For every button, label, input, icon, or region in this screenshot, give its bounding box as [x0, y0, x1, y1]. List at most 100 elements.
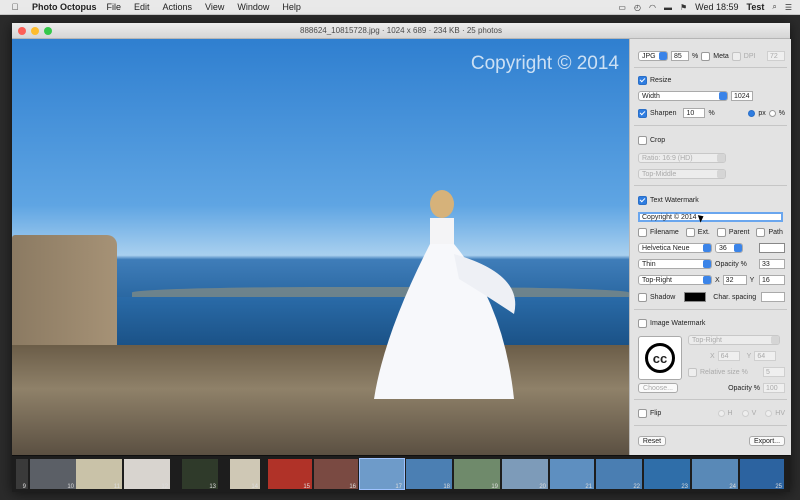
resize-checkbox[interactable] [638, 76, 647, 85]
unit-percent-label: % [778, 109, 785, 117]
flip-v-radio[interactable] [741, 410, 749, 417]
parent-checkbox[interactable] [716, 228, 726, 237]
format-select[interactable]: JPG [638, 51, 668, 61]
text-position-select[interactable]: Top-Right [638, 275, 712, 285]
text-y-field[interactable]: 16 [759, 275, 785, 285]
filmstrip-thumbnail[interactable]: 16 [314, 459, 358, 490]
window-title: 888624_10815728.jpg · 1024 x 689 · 234 K… [300, 26, 502, 35]
filmstrip-thumbnail[interactable]: 23 [644, 459, 690, 490]
shadow-checkbox[interactable] [638, 292, 647, 302]
flip-h-radio[interactable] [717, 410, 725, 417]
watermark-image-well[interactable]: cc [638, 336, 682, 380]
path-checkbox[interactable] [756, 228, 766, 237]
flag-icon[interactable]: ⚑ [680, 3, 687, 12]
thumbnail-number: 25 [775, 484, 782, 490]
filmstrip-thumbnail[interactable]: 11 [76, 459, 122, 490]
meta-checkbox[interactable] [701, 51, 711, 61]
app-menu[interactable]: Photo Octopus [32, 2, 97, 12]
image-position-row: Top-Right [688, 335, 785, 345]
shadow-row: Shadow Char. spacing [638, 292, 785, 302]
thumbnail-number: 18 [443, 484, 450, 490]
filmstrip-thumbnail[interactable]: 9 [16, 459, 28, 490]
flip-hv-radio[interactable] [765, 410, 773, 417]
filmstrip-thumbnail[interactable]: 13 [182, 459, 218, 490]
crop-checkbox[interactable] [638, 136, 647, 145]
image-x-label: X [710, 352, 715, 360]
sharpen-checkbox[interactable] [638, 108, 647, 118]
relsize-field[interactable]: 5 [763, 367, 785, 377]
filmstrip-thumbnail[interactable]: 22 [596, 459, 642, 490]
relsize-checkbox[interactable] [688, 367, 697, 377]
filmstrip-thumbnail[interactable]: 12 [124, 459, 170, 490]
font-select[interactable]: Helvetica Neue [638, 243, 712, 253]
image-watermark-checkbox[interactable] [638, 319, 647, 328]
filmstrip-thumbnail[interactable]: 24 [692, 459, 738, 490]
wifi-icon[interactable]: ◠ [649, 3, 656, 12]
filmstrip-thumbnail[interactable]: 20 [502, 459, 548, 490]
menu-user[interactable]: Test [747, 2, 765, 12]
font-row: Helvetica Neue 36 [638, 243, 785, 253]
menu-file[interactable]: File [107, 2, 122, 12]
menu-actions[interactable]: Actions [163, 2, 193, 12]
menu-clock[interactable]: Wed 18:59 [695, 2, 738, 12]
sharpen-field[interactable]: 10 [683, 108, 706, 118]
opacity-label: Opacity % [715, 260, 747, 268]
text-watermark-checkbox[interactable] [638, 196, 647, 205]
spotlight-icon[interactable]: ⌕ [772, 2, 776, 12]
resize-mode-select[interactable]: Width [638, 91, 728, 101]
image-opacity-field[interactable]: 100 [763, 383, 785, 393]
unit-px-radio[interactable] [748, 109, 756, 117]
thumbnail-number: 24 [729, 484, 736, 490]
shadow-color-swatch[interactable] [684, 292, 707, 302]
meta-label: Meta [713, 52, 729, 60]
dpi-field[interactable]: 72 [767, 51, 785, 61]
crop-row: Crop [638, 136, 785, 145]
apple-icon[interactable]:  [6, 2, 24, 12]
image-position-select[interactable]: Top-Right [688, 335, 780, 345]
font-weight-select[interactable]: Thin [638, 259, 712, 269]
ext-checkbox[interactable] [685, 228, 695, 237]
filmstrip-thumbnail[interactable]: 10 [30, 459, 76, 490]
airplay-icon[interactable]: ▭ [618, 3, 626, 12]
crop-ratio-select[interactable]: Ratio: 16:9 (HD) [638, 153, 726, 163]
crop-anchor-select[interactable]: Top-Middle [638, 169, 726, 179]
quality-field[interactable]: 85 [671, 51, 689, 61]
menu-window[interactable]: Window [237, 2, 269, 12]
divider [634, 399, 787, 400]
opacity-field[interactable]: 33 [759, 259, 785, 269]
watermark-text-field[interactable]: Copyright © 2014 [638, 212, 783, 222]
char-spacing-field[interactable] [761, 292, 785, 302]
font-size-select[interactable]: 36 [715, 243, 743, 253]
resize-mode-row: Width 1024 [638, 91, 785, 101]
menu-help[interactable]: Help [282, 2, 301, 12]
y-label: Y [749, 276, 755, 284]
image-y-field[interactable]: 64 [754, 351, 777, 361]
notification-center-icon[interactable]: ☰ [785, 3, 792, 12]
filmstrip-thumbnail[interactable]: 19 [454, 459, 500, 490]
resize-value-field[interactable]: 1024 [731, 91, 753, 101]
export-button[interactable]: Export... [749, 436, 785, 446]
crop-label: Crop [650, 137, 666, 144]
filename-checkbox[interactable] [638, 228, 647, 237]
image-opacity-label: Opacity % [728, 384, 760, 392]
text-color-swatch[interactable] [759, 243, 785, 253]
filmstrip-thumbnail[interactable]: 18 [406, 459, 452, 490]
flip-checkbox[interactable] [638, 409, 647, 418]
time-machine-icon[interactable]: ◴ [634, 3, 641, 12]
dpi-checkbox[interactable] [731, 51, 741, 61]
char-spacing-label: Char. spacing [713, 293, 757, 301]
image-x-field[interactable]: 64 [717, 351, 740, 361]
text-x-field[interactable]: 32 [722, 275, 747, 285]
filmstrip-thumbnail[interactable]: 17 [359, 458, 405, 490]
reset-button[interactable]: Reset [638, 436, 666, 446]
battery-icon[interactable]: ▬ [664, 3, 672, 12]
menu-edit[interactable]: Edit [134, 2, 150, 12]
unit-percent-radio[interactable] [768, 109, 776, 117]
filmstrip-thumbnail[interactable]: 15 [268, 459, 312, 490]
filmstrip-thumbnail[interactable]: 25 [740, 459, 784, 490]
divider [634, 309, 787, 310]
filmstrip-thumbnail[interactable]: 14 [230, 459, 260, 490]
menu-view[interactable]: View [205, 2, 224, 12]
filmstrip-thumbnail[interactable]: 21 [550, 459, 594, 490]
choose-image-button[interactable]: Choose... [638, 383, 678, 393]
